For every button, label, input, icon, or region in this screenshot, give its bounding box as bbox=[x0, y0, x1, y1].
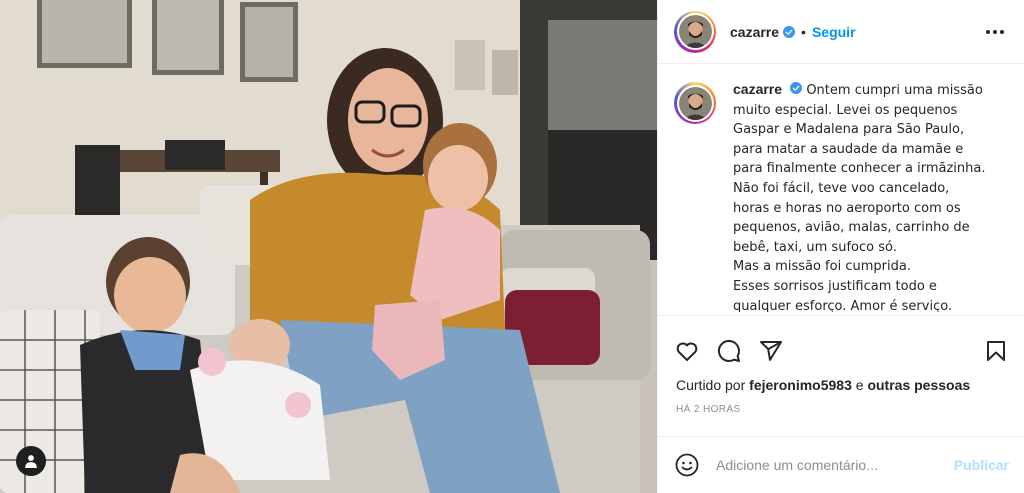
likes-summary: Curtido por fejeronimo5983 e outras pess… bbox=[676, 377, 970, 393]
caption-line: pequenos, avião, malas, carrinho de bbox=[733, 220, 970, 236]
user-tag-icon bbox=[25, 455, 37, 468]
heart-icon[interactable] bbox=[674, 338, 700, 364]
paper-plane-icon[interactable] bbox=[758, 338, 784, 364]
author-username[interactable]: cazarre bbox=[730, 24, 779, 40]
caption-line: bebê, taxi, um sufoco só. bbox=[733, 239, 897, 255]
caption-area: cazarre Ontem cumpri uma missão muito es… bbox=[658, 64, 1024, 312]
follow-button[interactable]: Seguir bbox=[812, 24, 856, 40]
comment-input[interactable] bbox=[716, 457, 946, 473]
header-separator: • bbox=[801, 23, 806, 40]
caption-line: horas e horas no aeroporto com os bbox=[733, 200, 961, 216]
caption-line: qualquer esforço. Amor é serviço. bbox=[733, 298, 953, 312]
comment-icon[interactable] bbox=[716, 338, 742, 364]
caption-line: Mas a missão foi cumprida. bbox=[733, 259, 911, 275]
smiley-icon[interactable] bbox=[674, 452, 700, 478]
post-timestamp[interactable]: HÁ 2 HORAS bbox=[676, 404, 741, 415]
bookmark-icon[interactable] bbox=[983, 338, 1009, 364]
post-header: cazarre • Seguir bbox=[658, 0, 1024, 64]
post-photo[interactable] bbox=[0, 0, 657, 493]
caption-line: para finalmente conhecer a irmãzinha. bbox=[733, 161, 986, 177]
post-sidebar: cazarre • Seguir cazarre Ontem cumpri um… bbox=[657, 0, 1024, 493]
more-options-icon[interactable] bbox=[982, 26, 1008, 38]
caption-line: para matar a saudade da mamãe e bbox=[733, 141, 964, 157]
author-avatar[interactable] bbox=[674, 10, 716, 53]
action-bar bbox=[658, 315, 1024, 373]
likes-middle: e bbox=[855, 377, 864, 393]
likes-user-link[interactable]: fejeronimo5983 bbox=[749, 377, 852, 393]
caption-line: Gaspar e Madalena para São Paulo, bbox=[733, 122, 965, 138]
avatar-image bbox=[678, 86, 712, 120]
user-tag-button[interactable] bbox=[16, 446, 46, 476]
caption-line: Não foi fácil, teve voo cancelado, bbox=[733, 180, 950, 196]
likes-others-link[interactable]: outras pessoas bbox=[867, 377, 970, 393]
verified-badge-icon bbox=[790, 82, 803, 94]
family-photo-illustration bbox=[0, 0, 657, 493]
caption-line: Esses sorrisos justificam todo e bbox=[733, 278, 937, 294]
verified-badge-icon bbox=[783, 25, 796, 38]
caption-username[interactable]: cazarre bbox=[733, 81, 782, 97]
likes-prefix: Curtido por bbox=[676, 377, 746, 393]
publish-button[interactable]: Publicar bbox=[954, 457, 1009, 473]
post-caption: cazarre Ontem cumpri uma missão muito es… bbox=[733, 80, 995, 312]
avatar-image bbox=[678, 15, 712, 48]
comment-bar: Publicar bbox=[658, 436, 1024, 493]
caption-author-avatar[interactable] bbox=[674, 82, 716, 124]
caption-line: muito especial. Levei os pequenos bbox=[733, 102, 958, 118]
caption-line: Ontem cumpri uma missão bbox=[806, 83, 983, 98]
